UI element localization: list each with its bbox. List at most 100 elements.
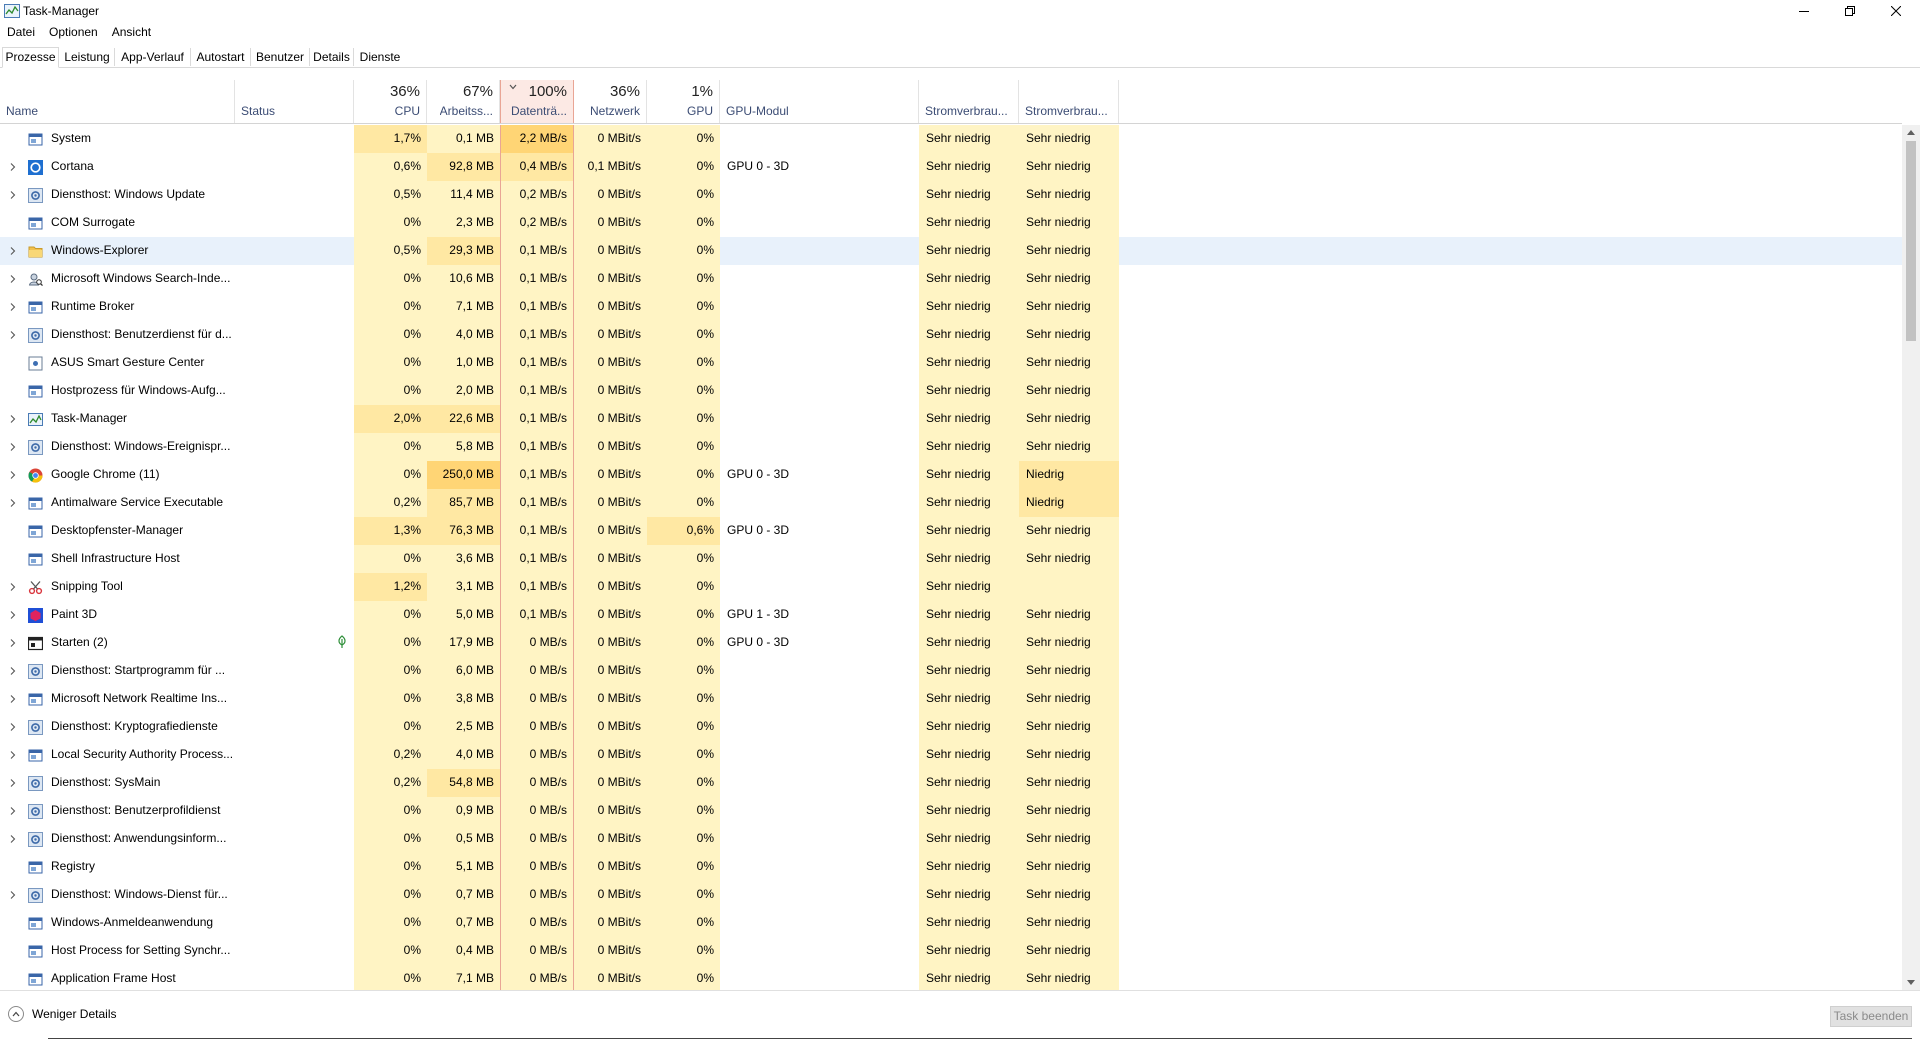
process-row[interactable]: Snipping Tool 1,2% 3,1 MB 0,1 MB/s 0 MBit/s 0… <box>0 573 1902 601</box>
menu-datei[interactable]: Datei <box>0 23 42 42</box>
expand-chevron-icon[interactable] <box>10 807 16 815</box>
column-header-status[interactable]: Status <box>235 80 354 123</box>
tab-prozesse[interactable]: Prozesse <box>2 47 59 68</box>
vertical-scrollbar[interactable] <box>1902 125 1920 990</box>
process-row[interactable]: Diensthost: Benutzerprofildienst 0% 0,9 MB… <box>0 797 1902 825</box>
fewer-details-button[interactable]: Weniger Details <box>8 1006 116 1022</box>
process-row[interactable]: Google Chrome (11) 0% 250,0 MB 0,1 MB/s 0 MB… <box>0 461 1902 489</box>
close-button[interactable] <box>1873 0 1919 22</box>
column-label-name: Name <box>6 104 39 118</box>
menu-ansicht[interactable]: Ansicht <box>105 23 158 42</box>
process-row[interactable]: Task-Manager 2,0% 22,6 MB 0,1 MB/s 0 MBit/s 0… <box>0 405 1902 433</box>
process-row[interactable]: Diensthost: Kryptografiedienste 0% 2,5 MB 0… <box>0 713 1902 741</box>
expand-chevron-icon[interactable] <box>10 191 16 199</box>
column-header-power[interactable]: Stromverbrau... <box>919 80 1019 123</box>
process-row[interactable]: Runtime Broker 0% 7,1 MB 0,1 MB/s 0 MBit/s 0%… <box>0 293 1902 321</box>
cpu-cell: 0% <box>354 377 427 405</box>
process-row[interactable]: Microsoft Network Realtime Ins... 0% 3,8 M… <box>0 685 1902 713</box>
process-row[interactable]: ASUS Smart Gesture Center 0% 1,0 MB 0,1 MB/… <box>0 349 1902 377</box>
gpu-engine-cell <box>720 713 919 741</box>
column-header-gpu[interactable]: 1% GPU <box>647 80 720 123</box>
tab-autostart[interactable]: Autostart <box>191 48 251 66</box>
expand-chevron-icon[interactable] <box>10 667 16 675</box>
expand-chevron-icon[interactable] <box>10 583 16 591</box>
tab-leistung[interactable]: Leistung <box>60 48 115 66</box>
taskmgr-icon <box>28 413 43 426</box>
tab-dienste[interactable]: Dienste <box>354 48 406 66</box>
expand-chevron-icon[interactable] <box>10 247 16 255</box>
menu-optionen[interactable]: Optionen <box>42 23 105 42</box>
expand-chevron-icon[interactable] <box>10 639 16 647</box>
column-header-cpu[interactable]: 36% CPU <box>354 80 427 123</box>
process-row[interactable]: Diensthost: Benutzerdienst für d... 0% 4,0… <box>0 321 1902 349</box>
scroll-up-icon[interactable] <box>1907 130 1915 135</box>
tab-details[interactable]: Details <box>310 48 354 66</box>
process-row[interactable]: Diensthost: Anwendungsinform... 0% 0,5 MB 0… <box>0 825 1902 853</box>
process-row[interactable]: Registry 0% 5,1 MB 0 MB/s 0 MBit/s 0% Sehr nie… <box>0 853 1902 881</box>
gpu-engine-cell <box>720 937 919 965</box>
power-trend-cell: Sehr niedrig <box>1019 405 1119 433</box>
column-header-name[interactable]: Name <box>0 80 235 123</box>
process-row[interactable]: Diensthost: Windows-Dienst für... 0% 0,7 M… <box>0 881 1902 909</box>
process-row[interactable]: Windows-Anmeldeanwendung 0% 0,7 MB 0 MB/s 0 … <box>0 909 1902 937</box>
column-header-disk[interactable]: 100% Datenträ... <box>500 80 574 123</box>
process-row[interactable]: Application Frame Host 0% 7,1 MB 0 MB/s 0 MB… <box>0 965 1902 990</box>
network-cell: 0 MBit/s <box>574 545 647 573</box>
power-cell: Sehr niedrig <box>919 405 1019 433</box>
expand-chevron-icon[interactable] <box>10 275 16 283</box>
cpu-cell: 0,2% <box>354 741 427 769</box>
column-header-gpu-engine[interactable]: GPU-Modul <box>720 80 919 123</box>
expand-chevron-icon[interactable] <box>10 779 16 787</box>
gpu-engine-cell: GPU 0 - 3D <box>727 159 790 173</box>
power-cell: Sehr niedrig <box>919 629 1019 657</box>
process-row[interactable]: Starten (2) 0% 17,9 MB 0 MB/s 0 MBit/s 0% GPU … <box>0 629 1902 657</box>
process-row[interactable]: COM Surrogate 0% 2,3 MB 0,2 MB/s 0 MBit/s 0% S… <box>0 209 1902 237</box>
expand-chevron-icon[interactable] <box>10 723 16 731</box>
expand-chevron-icon[interactable] <box>10 443 16 451</box>
disk-cell: 0,1 MB/s <box>500 321 574 349</box>
scroll-thumb[interactable] <box>1906 141 1916 341</box>
restore-button[interactable] <box>1827 0 1873 22</box>
process-row[interactable]: Diensthost: SysMain 0,2% 54,8 MB 0 MB/s 0 MB… <box>0 769 1902 797</box>
process-row[interactable]: System 1,7% 0,1 MB 2,2 MB/s 0 MBit/s 0% Sehr n… <box>0 125 1902 153</box>
expand-chevron-icon[interactable] <box>10 163 16 171</box>
process-row[interactable]: Desktopfenster-Manager 1,3% 76,3 MB 0,1 MB/… <box>0 517 1902 545</box>
process-row[interactable]: Windows-Explorer 0,5% 29,3 MB 0,1 MB/s 0 MBi… <box>0 237 1902 265</box>
process-row[interactable]: Antimalware Service Executable 0,2% 85,7 M… <box>0 489 1902 517</box>
expand-chevron-icon[interactable] <box>10 695 16 703</box>
column-header-memory[interactable]: 67% Arbeitss... <box>427 80 500 123</box>
process-row[interactable]: Microsoft Windows Search-Inde... 0% 10,6 M… <box>0 265 1902 293</box>
tab-app-verlauf[interactable]: App-Verlauf <box>115 48 191 66</box>
expand-chevron-icon[interactable] <box>10 751 16 759</box>
process-row[interactable]: Local Security Authority Process... 0,2% 4… <box>0 741 1902 769</box>
minimize-button[interactable] <box>1781 0 1827 22</box>
gear-icon <box>28 832 43 847</box>
expand-chevron-icon[interactable] <box>10 471 16 479</box>
expand-chevron-icon[interactable] <box>10 415 16 423</box>
process-row[interactable]: Diensthost: Windows-Ereignispr... 0% 5,8 M… <box>0 433 1902 461</box>
expand-chevron-icon[interactable] <box>10 303 16 311</box>
expand-chevron-icon[interactable] <box>10 499 16 507</box>
column-header-power-trend[interactable]: Stromverbrau... <box>1019 80 1119 123</box>
memory-cell: 7,1 MB <box>427 293 500 321</box>
process-row[interactable]: Diensthost: Windows Update 0,5% 11,4 MB 0,2… <box>0 181 1902 209</box>
expand-chevron-icon[interactable] <box>10 891 16 899</box>
expand-chevron-icon[interactable] <box>10 611 16 619</box>
process-row[interactable]: Diensthost: Startprogramm für ... 0% 6,0 M… <box>0 657 1902 685</box>
process-row[interactable]: Host Process for Setting Synchr... 0% 0,4 … <box>0 937 1902 965</box>
end-task-button[interactable]: Task beenden <box>1830 1006 1912 1027</box>
disk-total: 100% <box>528 83 567 100</box>
scroll-down-icon[interactable] <box>1907 980 1915 985</box>
network-cell: 0 MBit/s <box>574 321 647 349</box>
expand-chevron-icon[interactable] <box>10 331 16 339</box>
process-row[interactable]: Hostprozess für Windows-Aufg... 0% 2,0 MB 0… <box>0 377 1902 405</box>
process-row[interactable]: Cortana 0,6% 92,8 MB 0,4 MB/s 0,1 MBit/s 0% GP… <box>0 153 1902 181</box>
cpu-cell: 0% <box>354 825 427 853</box>
network-cell: 0,1 MBit/s <box>574 153 647 181</box>
column-header-network[interactable]: 36% Netzwerk <box>574 80 647 123</box>
tab-benutzer[interactable]: Benutzer <box>251 48 310 66</box>
gpu-cell: 0% <box>647 405 720 433</box>
expand-chevron-icon[interactable] <box>10 835 16 843</box>
process-row[interactable]: Shell Infrastructure Host 0% 3,6 MB 0,1 MB/… <box>0 545 1902 573</box>
process-row[interactable]: Paint 3D 0% 5,0 MB 0,1 MB/s 0 MBit/s 0% GPU 1 … <box>0 601 1902 629</box>
